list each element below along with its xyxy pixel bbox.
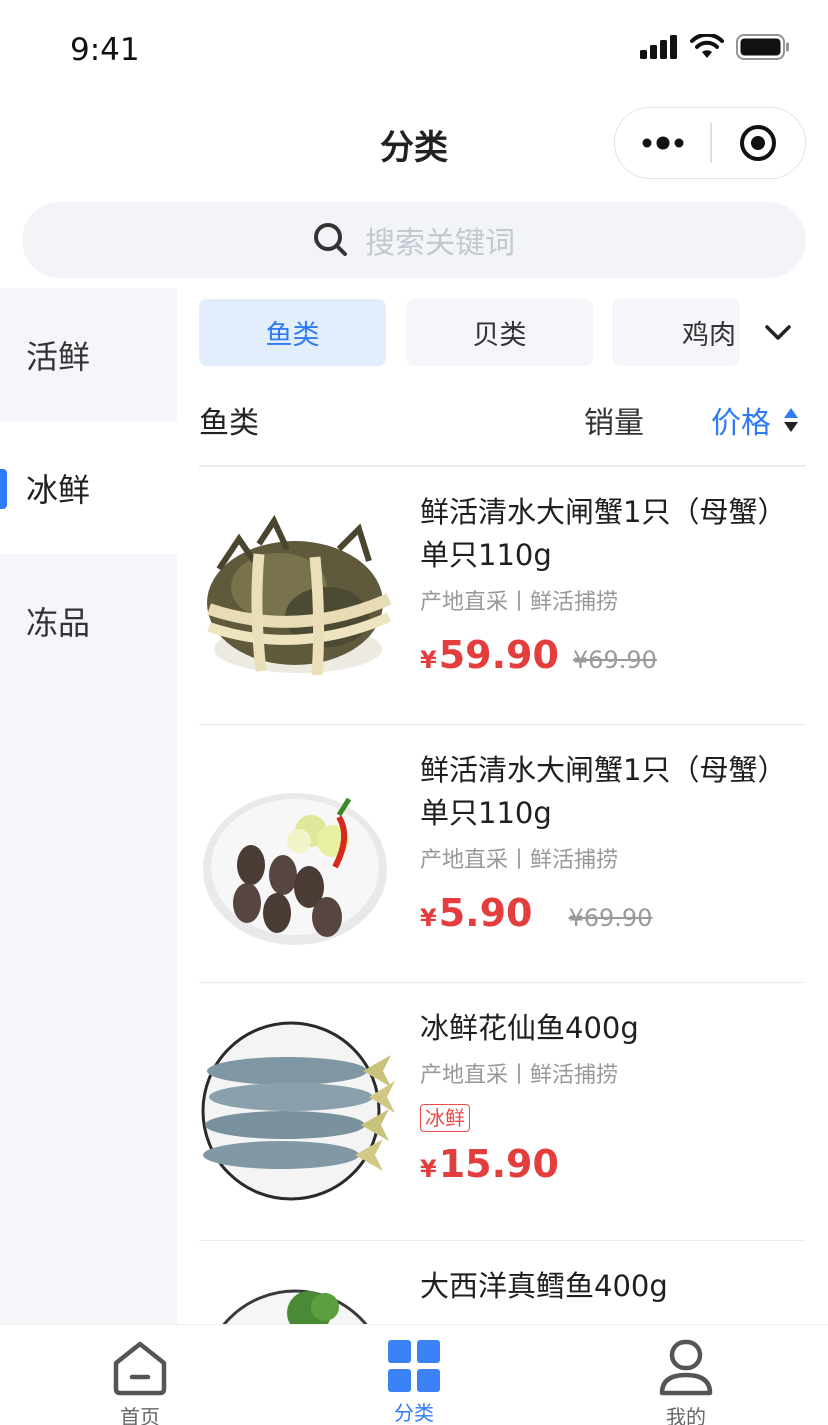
category-icon bbox=[388, 1340, 440, 1392]
sort-by-price[interactable]: 价格 bbox=[711, 398, 799, 442]
status-bar: 9:41 bbox=[0, 0, 828, 100]
subtab-chicken[interactable]: 鸡肉 bbox=[612, 299, 740, 366]
product-price: ¥59.90 bbox=[420, 633, 559, 677]
more-button[interactable] bbox=[615, 108, 710, 178]
product-tags: 产地直采丨鲜活捕捞 bbox=[420, 1063, 619, 1088]
sort-row: 鱼类 销量 价格 bbox=[199, 398, 805, 446]
product-card[interactable]: 冰鲜花仙鱼400g 产地直采丨鲜活捕捞 冰鲜 ¥15.90 bbox=[199, 983, 806, 1241]
original-price: ¥69.90 bbox=[568, 904, 653, 932]
tab-label: 首页 bbox=[120, 1405, 160, 1425]
product-info: 鲜活清水大闸蟹1只（母蟹）单只110g 产地直采丨鲜活捕捞 ¥5.90 ¥69.… bbox=[420, 749, 806, 935]
search-bar[interactable]: 搜索关键词 bbox=[22, 202, 806, 278]
subtab-fish[interactable]: 鱼类 bbox=[199, 299, 386, 366]
sidebar-item-live[interactable]: 活鲜 bbox=[0, 288, 177, 421]
tab-category[interactable]: 分类 bbox=[334, 1339, 494, 1425]
status-time: 9:41 bbox=[70, 32, 140, 68]
close-mini-program-button[interactable] bbox=[712, 108, 805, 178]
wifi-icon bbox=[690, 34, 724, 58]
product-info: 冰鲜花仙鱼400g 产地直采丨鲜活捕捞 冰鲜 ¥15.90 bbox=[420, 1007, 806, 1186]
expand-subtabs-button[interactable] bbox=[758, 313, 798, 353]
tab-home[interactable]: 首页 bbox=[60, 1339, 220, 1425]
status-icons bbox=[640, 34, 790, 60]
tab-profile[interactable]: 我的 bbox=[606, 1339, 766, 1425]
currency-symbol: ¥ bbox=[420, 646, 437, 674]
subtab-shellfish[interactable]: 贝类 bbox=[406, 299, 593, 366]
price-row: ¥59.90 ¥69.90 bbox=[420, 633, 806, 677]
price-value: 15.90 bbox=[438, 1142, 559, 1186]
tab-label: 我的 bbox=[666, 1405, 706, 1425]
battery-icon bbox=[736, 34, 789, 60]
product-image-cod bbox=[199, 1273, 397, 1324]
current-category-label: 鱼类 bbox=[199, 406, 259, 441]
product-image-mackerel bbox=[199, 1015, 397, 1211]
product-card[interactable]: 大西洋真鳕鱼400g bbox=[199, 1241, 806, 1324]
sidebar-item-chilled[interactable]: 冰鲜 bbox=[0, 421, 177, 554]
sidebar-item-label: 活鲜 bbox=[26, 337, 91, 376]
mini-program-capsule bbox=[614, 107, 806, 179]
product-card[interactable]: 鲜活清水大闸蟹1只（母蟹）单只110g 产地直采丨鲜活捕捞 ¥59.90 ¥69… bbox=[199, 467, 806, 725]
product-price: ¥5.90 bbox=[420, 891, 532, 935]
active-indicator bbox=[0, 469, 7, 509]
sort-price-label: 价格 bbox=[711, 406, 771, 441]
price-row: ¥5.90 ¥69.90 bbox=[420, 891, 806, 935]
chevron-down-icon bbox=[765, 325, 791, 340]
product-name: 鲜活清水大闸蟹1只（母蟹）单只110g bbox=[420, 495, 787, 572]
price-value: 59.90 bbox=[438, 633, 559, 677]
product-name: 鲜活清水大闸蟹1只（母蟹）单只110g bbox=[420, 753, 787, 830]
bottom-tab-bar: 首页 分类 我的 bbox=[0, 1324, 828, 1425]
product-card[interactable]: 鲜活清水大闸蟹1只（母蟹）单只110g 产地直采丨鲜活捕捞 ¥5.90 ¥69.… bbox=[199, 725, 806, 983]
sort-arrows-icon bbox=[784, 408, 798, 432]
search-placeholder: 搜索关键词 bbox=[365, 226, 515, 261]
product-name: 大西洋真鳕鱼400g bbox=[420, 1269, 668, 1303]
price-row: ¥15.90 bbox=[420, 1142, 806, 1186]
target-close-icon bbox=[740, 125, 777, 161]
sidebar-item-frozen[interactable]: 冻品 bbox=[0, 554, 177, 687]
product-name: 冰鲜花仙鱼400g bbox=[420, 1011, 639, 1045]
currency-symbol: ¥ bbox=[420, 1155, 437, 1183]
currency-symbol: ¥ bbox=[420, 904, 437, 932]
signal-icon bbox=[640, 35, 677, 59]
sidebar-item-label: 冻品 bbox=[26, 603, 91, 642]
product-tags: 产地直采丨鲜活捕捞 bbox=[420, 590, 619, 615]
product-tags: 产地直采丨鲜活捕捞 bbox=[420, 848, 619, 873]
original-price: ¥69.90 bbox=[572, 646, 657, 674]
product-info: 大西洋真鳕鱼400g bbox=[420, 1265, 806, 1308]
profile-icon bbox=[659, 1339, 713, 1396]
tab-label: 分类 bbox=[394, 1401, 434, 1425]
product-image-abalone bbox=[199, 757, 397, 953]
price-value: 5.90 bbox=[438, 891, 533, 935]
category-sidebar: 活鲜 冰鲜 冻品 bbox=[0, 288, 177, 1324]
home-icon bbox=[113, 1341, 167, 1396]
product-info: 鲜活清水大闸蟹1只（母蟹）单只110g 产地直采丨鲜活捕捞 ¥59.90 ¥69… bbox=[420, 491, 806, 677]
product-image-crab bbox=[199, 499, 397, 695]
more-dots-icon bbox=[642, 136, 684, 150]
chilled-badge: 冰鲜 bbox=[420, 1104, 470, 1132]
product-price: ¥15.90 bbox=[420, 1142, 559, 1186]
sidebar-item-label: 冰鲜 bbox=[26, 470, 91, 509]
search-icon bbox=[314, 223, 347, 256]
sort-by-sales[interactable]: 销量 bbox=[584, 398, 644, 442]
subcategory-tabs: 鱼类 贝类 鸡肉 bbox=[199, 299, 828, 366]
